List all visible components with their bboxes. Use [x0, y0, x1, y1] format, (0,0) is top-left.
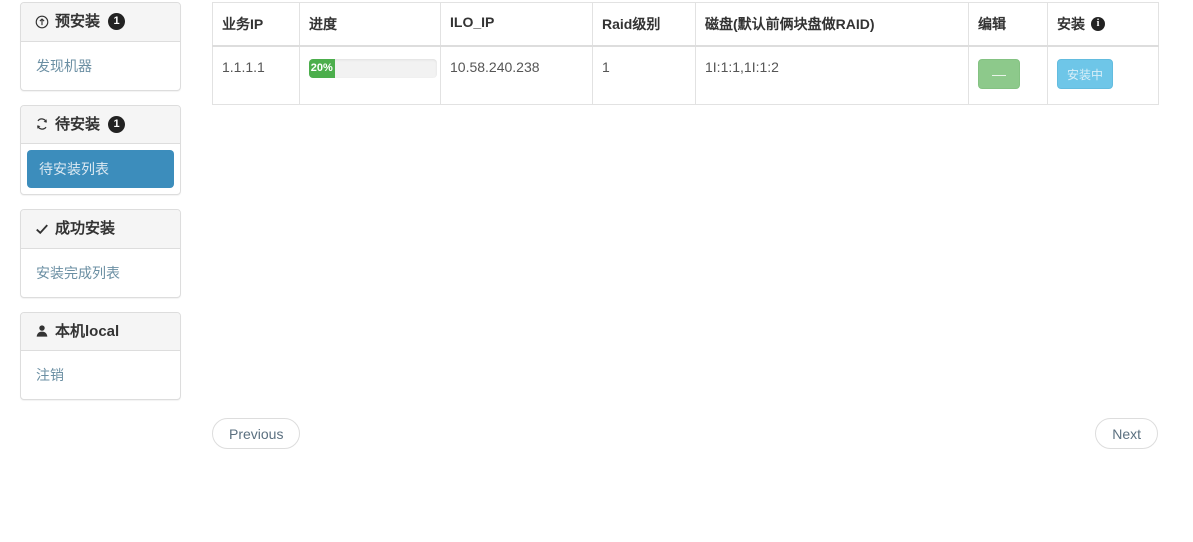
column-header-label: 业务IP: [222, 16, 264, 32]
app-root: 预安装 1 发现机器 待安装 1 待安装列表 成功安装 安装完成列表 本机loc…: [0, 0, 1193, 542]
user-icon: [34, 324, 49, 339]
sidebar-section-badge: 1: [108, 13, 126, 31]
column-header-disks: 磁盘(默认前俩块盘做RAID): [695, 2, 969, 47]
sidebar-section-preinstall: 预安装 1 发现机器: [20, 2, 181, 91]
column-header-service-ip: 业务IP: [212, 2, 300, 47]
sidebar-section-local-user: 本机local 注销: [20, 311, 181, 400]
column-header-label: Raid级别: [602, 16, 661, 32]
table-row: 1.1.1.1 20% 10.58.240.238 1 1I:1:1,1I:1:…: [212, 45, 1159, 105]
column-header-install-inner: 安装 i: [1057, 14, 1149, 34]
sidebar-item-discover-machine[interactable]: 发现机器: [32, 54, 169, 78]
sidebar-section-body: 安装完成列表: [21, 249, 180, 297]
table-header: 业务IP 进度 ILO_IP Raid级别 磁盘(默认前俩块盘做RAID) 编辑…: [212, 2, 1159, 47]
next-page-button[interactable]: Next: [1095, 418, 1158, 449]
progress-bar-fill: 20%: [309, 59, 335, 78]
column-header-ilo-ip: ILO_IP: [440, 2, 593, 47]
sidebar-section-header: 本机local: [21, 312, 180, 351]
sidebar-item-logout[interactable]: 注销: [32, 363, 169, 387]
pagination: Previous Next: [212, 418, 1158, 449]
sidebar-section-header: 预安装 1: [21, 3, 180, 42]
sidebar-section-title: 待安装: [55, 115, 101, 133]
cell-progress: 20%: [299, 45, 441, 105]
sidebar-section-title: 预安装: [55, 13, 101, 30]
cell-service-ip: 1.1.1.1: [212, 45, 300, 105]
refresh-icon: [34, 117, 49, 132]
column-header-label: ILO_IP: [450, 14, 495, 30]
main-content: 业务IP 进度 ILO_IP Raid级别 磁盘(默认前俩块盘做RAID) 编辑…: [212, 2, 1159, 105]
info-icon[interactable]: i: [1091, 17, 1105, 31]
column-header-progress: 进度: [299, 2, 441, 47]
sidebar-section-pending-install: 待安装 1 待安装列表: [20, 104, 181, 195]
sidebar-section-body: 注销: [21, 351, 180, 399]
column-header-edit: 编辑: [968, 2, 1048, 47]
cell-disks: 1I:1:1,1I:1:2: [695, 45, 969, 105]
cell-ilo-ip: 10.58.240.238: [440, 45, 593, 105]
sidebar-item-install-complete-list[interactable]: 安装完成列表: [32, 261, 169, 285]
cell-raid-level: 1: [592, 45, 696, 105]
sidebar-section-header: 成功安装: [21, 210, 180, 249]
sidebar-section-title: 成功安装: [55, 220, 116, 237]
column-header-label: 编辑: [978, 16, 1006, 32]
sidebar-item-pending-install-list[interactable]: 待安装列表: [27, 150, 174, 188]
table-body: 1.1.1.1 20% 10.58.240.238 1 1I:1:1,1I:1:…: [212, 45, 1159, 105]
sidebar-section-title: 本机local: [55, 322, 120, 340]
cell-edit: —: [968, 45, 1048, 105]
column-header-install: 安装 i: [1047, 2, 1159, 47]
sidebar-section-successful-install: 成功安装 安装完成列表: [20, 209, 181, 298]
column-header-label: 进度: [309, 16, 337, 32]
install-table: 业务IP 进度 ILO_IP Raid级别 磁盘(默认前俩块盘做RAID) 编辑…: [212, 2, 1159, 105]
sidebar-section-badge: 1: [108, 115, 126, 133]
sidebar-section-header: 待安装 1: [21, 105, 180, 144]
circle-arrow-up-icon: [34, 14, 49, 29]
sidebar-section-body: 发现机器: [21, 42, 180, 90]
edit-button[interactable]: —: [978, 59, 1020, 89]
check-icon: [34, 221, 49, 236]
column-header-raid-level: Raid级别: [592, 2, 696, 47]
install-status-button[interactable]: 安装中: [1057, 59, 1113, 89]
cell-install: 安装中: [1047, 45, 1159, 105]
column-header-label: 磁盘(默认前俩块盘做RAID): [705, 16, 875, 32]
table-header-row: 业务IP 进度 ILO_IP Raid级别 磁盘(默认前俩块盘做RAID) 编辑…: [212, 2, 1159, 47]
sidebar-section-body: 待安装列表: [21, 144, 180, 194]
progress-bar-track: 20%: [309, 59, 437, 78]
sidebar: 预安装 1 发现机器 待安装 1 待安装列表 成功安装 安装完成列表 本机loc…: [20, 2, 181, 414]
previous-page-button[interactable]: Previous: [212, 418, 301, 449]
column-header-label: 安装: [1057, 16, 1085, 32]
